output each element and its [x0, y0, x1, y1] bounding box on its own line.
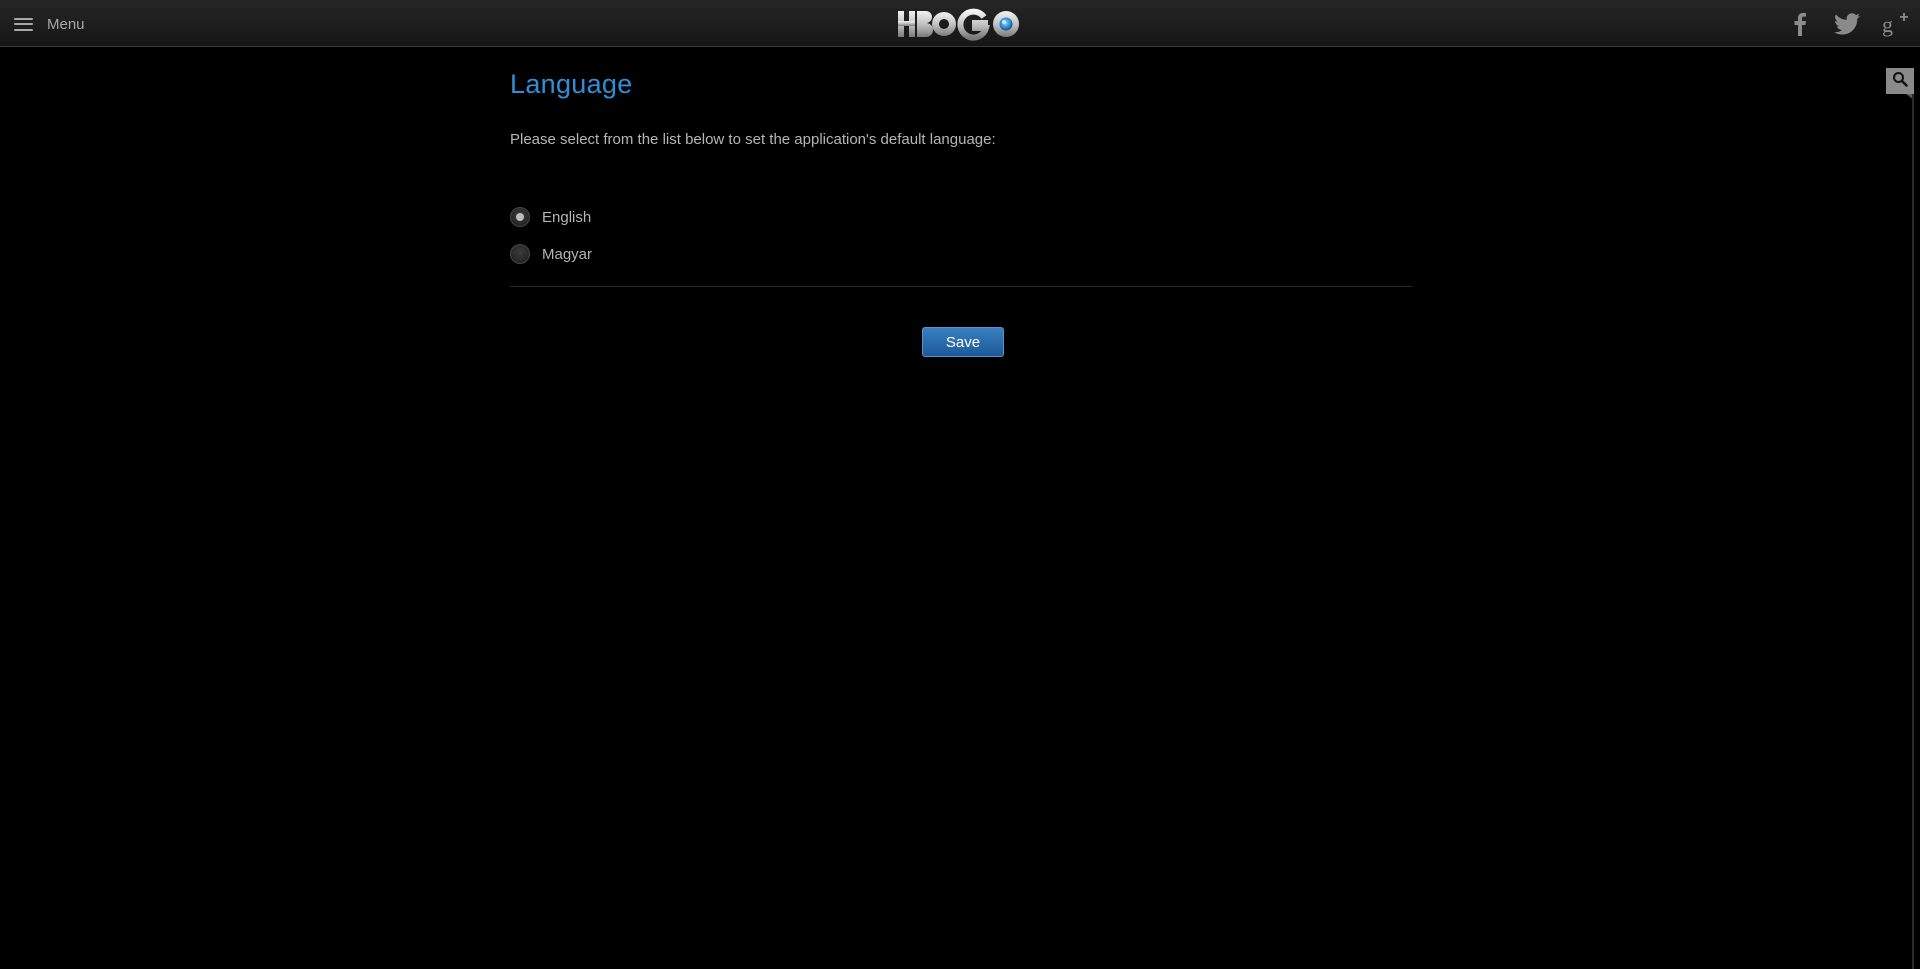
language-radio-group: English Magyar: [510, 206, 1412, 265]
facebook-icon: [1793, 12, 1807, 36]
radio-selected-dot: [516, 213, 524, 221]
scrollbar[interactable]: [1912, 94, 1914, 969]
language-settings-panel: Language Please select from the list bel…: [510, 66, 1412, 357]
radio-label-magyar: Magyar: [542, 245, 593, 263]
radio-button-magyar[interactable]: [510, 244, 530, 264]
hamburger-icon: [14, 17, 33, 31]
radio-option-english[interactable]: English: [510, 206, 1412, 228]
save-button[interactable]: Save: [922, 327, 1004, 357]
radio-option-magyar[interactable]: Magyar: [510, 243, 1412, 265]
google-plus-icon: g: [1881, 11, 1909, 37]
divider: [510, 286, 1412, 287]
menu-label: Menu: [47, 15, 85, 33]
svg-text:g: g: [1882, 12, 1893, 37]
twitter-icon: [1834, 13, 1860, 35]
facebook-link[interactable]: [1790, 11, 1810, 37]
twitter-link[interactable]: [1832, 11, 1862, 37]
menu-button[interactable]: Menu: [14, 12, 85, 36]
top-navigation-bar: Menu g: [0, 0, 1920, 47]
search-icon: [1892, 71, 1908, 92]
hbo-go-logo[interactable]: [896, 7, 1024, 41]
google-plus-link[interactable]: g: [1880, 11, 1910, 37]
page-title: Language: [510, 69, 633, 99]
save-row: Save: [510, 327, 1412, 357]
search-button[interactable]: [1886, 68, 1914, 100]
page-description: Please select from the list below to set…: [510, 131, 996, 148]
radio-label-english: English: [542, 208, 592, 226]
radio-button-english[interactable]: [510, 207, 530, 227]
